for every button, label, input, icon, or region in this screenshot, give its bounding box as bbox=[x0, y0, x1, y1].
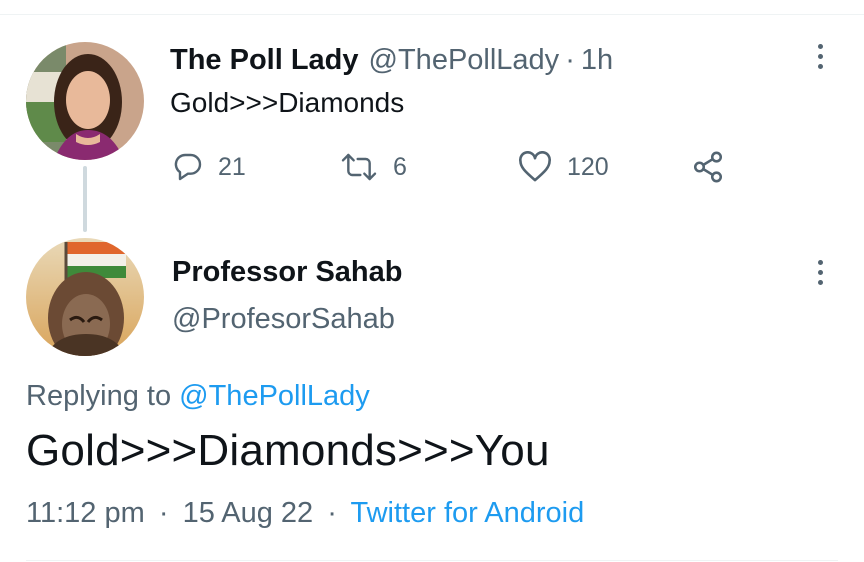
tweet-date[interactable]: 15 Aug 22 bbox=[183, 497, 314, 529]
tweet-time[interactable]: 11:12 pm bbox=[26, 497, 145, 529]
retweet-icon bbox=[339, 151, 379, 183]
parent-tweet-header: The Poll Lady @ThePollLady · 1h bbox=[170, 40, 613, 80]
top-divider bbox=[0, 14, 864, 15]
thread-connector-line bbox=[83, 166, 87, 232]
reply-button[interactable]: 21 bbox=[172, 148, 246, 186]
avatar-the-poll-lady[interactable] bbox=[26, 42, 144, 160]
retweet-count: 6 bbox=[393, 152, 407, 181]
tweet-meta: 11:12 pm · 15 Aug 22 · Twitter for Andro… bbox=[26, 497, 584, 530]
meta-separator: · bbox=[158, 497, 169, 529]
reply-tweet-text: Gold>>>Diamonds>>>You bbox=[26, 426, 550, 475]
retweet-button[interactable]: 6 bbox=[339, 148, 407, 186]
bottom-divider bbox=[26, 560, 838, 561]
parent-handle[interactable]: @ThePollLady bbox=[369, 44, 560, 77]
reply-count: 21 bbox=[218, 152, 246, 181]
parent-time-separator: · bbox=[565, 43, 575, 76]
share-icon bbox=[690, 150, 726, 184]
parent-display-name[interactable]: The Poll Lady bbox=[170, 44, 359, 77]
reply-display-name[interactable]: Professor Sahab bbox=[172, 256, 402, 289]
more-vertical-icon[interactable] bbox=[810, 252, 830, 292]
like-button[interactable]: 120 bbox=[517, 148, 609, 186]
share-button[interactable] bbox=[690, 148, 726, 186]
tweet-source-link[interactable]: Twitter for Android bbox=[350, 497, 584, 529]
avatar-professor-sahab[interactable] bbox=[26, 238, 144, 356]
replying-to-line: Replying to @ThePollLady bbox=[26, 380, 370, 413]
reply-icon bbox=[172, 151, 204, 183]
more-vertical-icon[interactable] bbox=[810, 36, 830, 76]
meta-separator: · bbox=[327, 497, 337, 529]
reply-handle[interactable]: @ProfesorSahab bbox=[172, 303, 395, 336]
replying-to-link[interactable]: @ThePollLady bbox=[179, 380, 370, 412]
like-count: 120 bbox=[567, 152, 609, 181]
parent-tweet-text: Gold>>>Diamonds bbox=[170, 87, 405, 118]
replying-prefix: Replying to bbox=[26, 380, 172, 412]
heart-icon bbox=[517, 151, 553, 183]
parent-timestamp[interactable]: 1h bbox=[581, 44, 613, 77]
